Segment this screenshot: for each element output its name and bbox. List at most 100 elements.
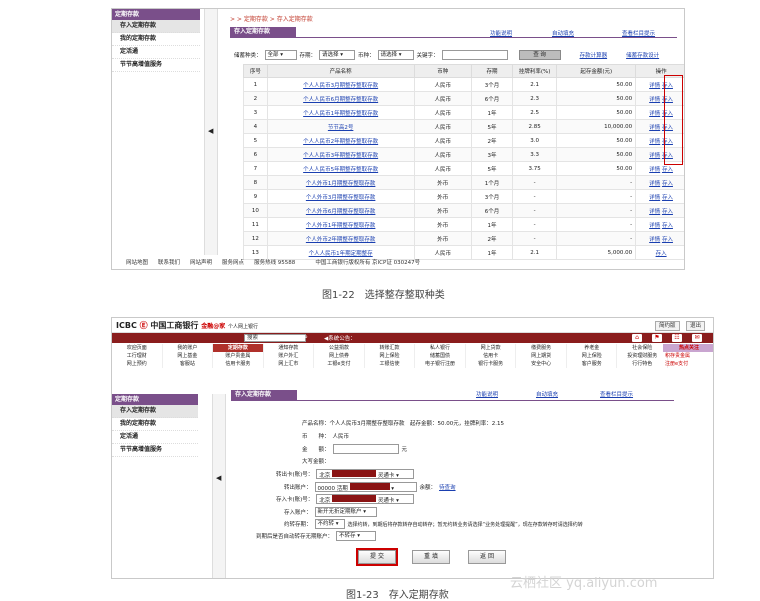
nav-item[interactable]: 我的账户	[163, 344, 214, 352]
nav-item[interactable]: 网上债券	[314, 352, 365, 360]
sidebar-item-dinghuotong[interactable]: 定活通	[112, 431, 198, 444]
detail-link[interactable]: 详情	[649, 237, 660, 243]
nav-item[interactable]: 欢迎页面	[112, 344, 163, 352]
product-name-link[interactable]: 个人人民币1年期整存整取存款	[303, 111, 378, 117]
product-name-link[interactable]: 个人外币2年期整存整取存款	[306, 237, 376, 243]
nav-item[interactable]: 储蓄国债	[415, 352, 466, 360]
term-select[interactable]: 请选择 ▾	[319, 50, 356, 60]
nav-item[interactable]: 养老金	[567, 344, 618, 352]
nav-item[interactable]: 网上贷款	[466, 344, 517, 352]
nav-item[interactable]: 公益捐款	[314, 344, 365, 352]
query-button[interactable]: 查 询	[518, 50, 561, 60]
nav-item[interactable]: 网上汇市	[264, 360, 315, 368]
nav-item[interactable]: 通知存款	[264, 344, 315, 352]
contacts-icon[interactable]: ☷	[672, 334, 682, 342]
nav-item[interactable]: 网上预约	[112, 360, 163, 368]
amount-input[interactable]	[332, 444, 399, 454]
product-name-link[interactable]: 个人人民币3月期整存整取存款	[303, 83, 378, 89]
balance-query-link[interactable]: 待查询	[439, 483, 456, 491]
nav-item[interactable]: 工银信使	[365, 360, 416, 368]
back-button[interactable]: 返 回	[468, 550, 506, 564]
nav-item[interactable]: 社会保险	[617, 344, 669, 352]
detail-link[interactable]: 详情	[649, 153, 660, 159]
sidebar-toggle[interactable]: ◀	[204, 9, 218, 255]
logout-button[interactable]: 退出	[686, 321, 706, 331]
renew-expiry-select[interactable]: 不转存 ▾	[336, 531, 377, 541]
detail-link[interactable]: 详情	[649, 139, 660, 145]
link-auto-fill[interactable]: 自动填充	[536, 390, 558, 398]
nav-item[interactable]: 银行卡服务	[466, 360, 517, 368]
product-name-link[interactable]: 个人外币1年期整存整取存款	[306, 223, 376, 229]
detail-link[interactable]: 详情	[649, 195, 660, 201]
nav-item[interactable]: 缴费服务	[516, 344, 567, 352]
nav-item[interactable]: 网上基金	[163, 352, 214, 360]
hot-item-epay[interactable]: 注册e支付	[663, 360, 713, 368]
nav-item[interactable]: 客户服务	[567, 360, 618, 368]
deposit-link[interactable]: 存入	[662, 209, 673, 215]
deposit-link[interactable]: 存入	[662, 167, 673, 173]
nav-item[interactable]: 工行理财	[112, 352, 163, 360]
deposit-design-link[interactable]: 储蓄存款设计	[626, 51, 659, 59]
product-name-link[interactable]: 个人人民币5年期整存整取存款	[303, 167, 378, 173]
product-name-link[interactable]: 节节高2号	[328, 125, 354, 131]
sidebar-toggle[interactable]: ◀	[212, 394, 226, 578]
simple-version-button[interactable]: 简约版	[655, 321, 680, 331]
in-card-select[interactable]: 北京 灵通卡 ▾	[316, 494, 415, 504]
reset-button[interactable]: 重 填	[412, 550, 450, 564]
submit-button[interactable]: 提 交	[358, 550, 396, 564]
deposit-link[interactable]: 存入	[662, 223, 673, 229]
footer-contact[interactable]: 联系我们	[158, 258, 180, 266]
nav-item[interactable]: 电子银行注册	[415, 360, 466, 368]
deposit-link[interactable]: 存入	[662, 237, 673, 243]
detail-link[interactable]: 详情	[649, 125, 660, 131]
out-account-select[interactable]: 00000 活期 ▾	[314, 482, 417, 492]
flag-icon[interactable]: ⚑	[652, 334, 662, 342]
nav-item[interactable]: 网上期货	[516, 352, 567, 360]
in-account-select[interactable]: 新开无折定期账户 ▾	[314, 507, 377, 517]
search-icon[interactable]: ⌕	[304, 333, 308, 342]
link-function-desc[interactable]: 功能说明	[476, 390, 498, 398]
nav-item[interactable]: 安全中心	[516, 360, 567, 368]
product-name-link[interactable]: 个人人民币3年期整存整取存款	[303, 153, 378, 159]
detail-link[interactable]: 详情	[649, 111, 660, 117]
product-name-link[interactable]: 个人外币3月期整存整取存款	[306, 195, 376, 201]
nav-item[interactable]: 账户贵金属	[213, 352, 264, 360]
footer-statement[interactable]: 网站声明	[190, 258, 212, 266]
deposit-link[interactable]: 存入	[662, 181, 673, 187]
product-name-link[interactable]: 个人外币1月期整存整取存款	[306, 181, 376, 187]
sidebar-item-dinghuotong[interactable]: 定活通	[112, 46, 200, 59]
sidebar-item-jiejiegao[interactable]: 节节高增值服务	[112, 444, 198, 457]
nav-item[interactable]: 信用卡	[466, 352, 517, 360]
nav-item[interactable]: 账户外汇	[264, 352, 315, 360]
deposit-link[interactable]: 存入	[656, 251, 667, 257]
link-view-tips[interactable]: 查看栏目提示	[622, 29, 655, 37]
nav-item[interactable]: 行行特色	[617, 360, 669, 368]
search-input[interactable]: 搜索	[244, 334, 306, 342]
footer-sitemap[interactable]: 网站地图	[126, 258, 148, 266]
nav-item[interactable]: 定期存款	[213, 344, 264, 352]
keyword-input[interactable]	[441, 50, 508, 60]
product-name-link[interactable]: 个人人民币2年期整存整取存款	[303, 139, 378, 145]
link-function-desc[interactable]: 功能说明	[490, 29, 512, 37]
footer-outlets[interactable]: 服务网点	[222, 258, 244, 266]
collapse-arrow-icon[interactable]: ◀	[216, 474, 221, 482]
currency-select[interactable]: 请选择 ▾	[377, 50, 414, 60]
product-name-link[interactable]: 个人人民币1年期定期整存	[309, 251, 373, 257]
detail-link[interactable]: 详情	[649, 209, 660, 215]
detail-link[interactable]: 详情	[649, 97, 660, 103]
store-type-select[interactable]: 全部 ▾	[264, 50, 297, 60]
nav-item[interactable]: 转账汇款	[365, 344, 416, 352]
detail-link[interactable]: 详情	[649, 167, 660, 173]
sidebar-item-jiejiegao[interactable]: 节节高增值服务	[112, 59, 200, 72]
hot-item-metal[interactable]: 积存贵金属	[663, 352, 713, 360]
detail-link[interactable]: 详情	[649, 223, 660, 229]
nav-item[interactable]: 工银e支付	[314, 360, 365, 368]
nav-item[interactable]: 投资理财服务	[617, 352, 669, 360]
detail-link[interactable]: 详情	[649, 181, 660, 187]
nav-item[interactable]: 网上保险	[567, 352, 618, 360]
nav-item[interactable]: 网上保险	[365, 352, 416, 360]
sidebar-item-deposit[interactable]: 存入定期存款	[112, 20, 200, 33]
mail-icon[interactable]: ✉	[692, 334, 702, 342]
out-card-select[interactable]: 北京 灵通卡 ▾	[316, 469, 415, 479]
link-auto-fill[interactable]: 自动填充	[552, 29, 574, 37]
